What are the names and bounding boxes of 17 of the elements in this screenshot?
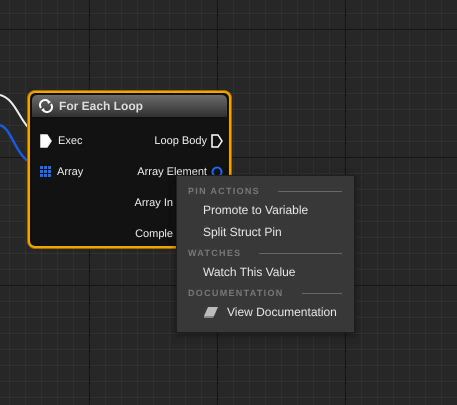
pin-label: Array In [134,196,173,208]
exec-pin-icon[interactable] [40,134,52,148]
section-heading: WATCHES [188,248,242,258]
menu-item[interactable]: View Documentation [177,301,354,323]
array-pin-icon[interactable] [40,166,51,177]
pin-icon[interactable] [211,166,223,178]
section-heading: DOCUMENTATION [188,288,284,298]
pin-label: Exec [58,134,82,146]
pin-label: Array Element [137,166,207,178]
pin-label: Array [57,166,84,178]
pin-label: Comple [135,228,173,240]
book-icon [203,306,219,318]
node-title: For Each Loop [59,99,143,113]
loop-icon [38,99,54,113]
exec-pin-icon[interactable] [211,134,223,148]
menu-item[interactable]: Watch This Value [177,261,354,283]
pin-label: Loop Body [154,134,207,146]
